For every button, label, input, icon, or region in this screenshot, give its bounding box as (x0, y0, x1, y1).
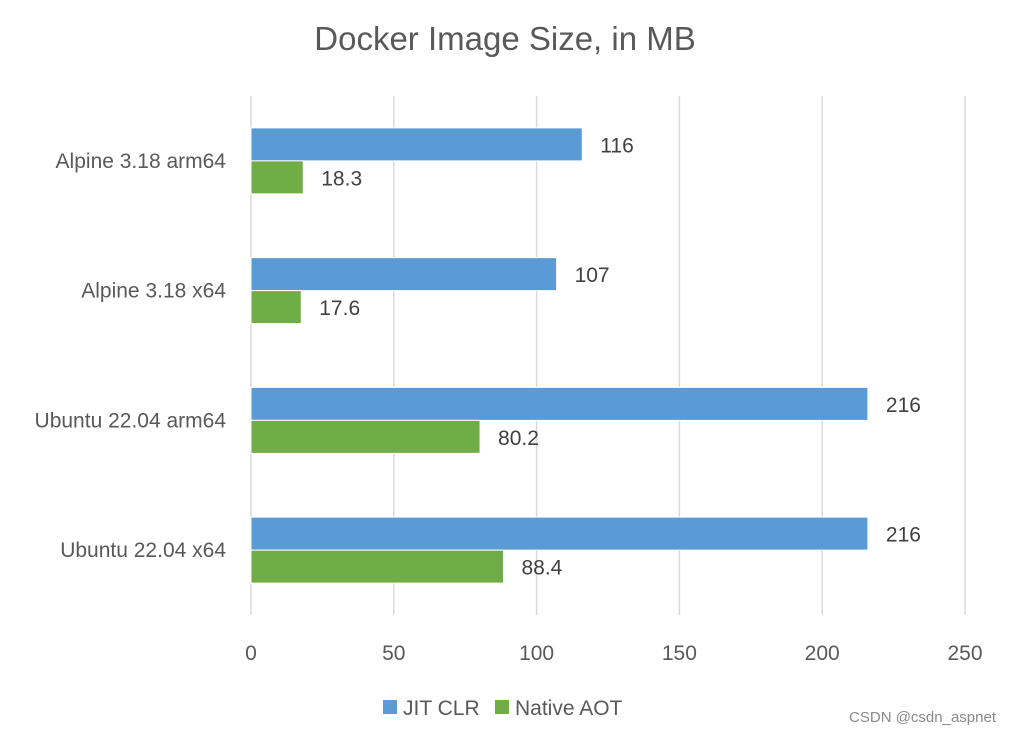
bar-jit-clr (250, 127, 583, 162)
x-tick-label: 250 (947, 642, 982, 665)
x-tick-label: 150 (662, 642, 697, 665)
x-tick-label: 200 (805, 642, 840, 665)
data-label: 88.4 (521, 557, 562, 580)
category-label: Alpine 3.18 arm64 (56, 150, 227, 173)
data-label: 17.6 (319, 297, 360, 320)
legend-swatch (495, 700, 509, 714)
chart-title: Docker Image Size, in MB (314, 20, 695, 57)
x-tick-label: 50 (382, 642, 405, 665)
legend-label: Native AOT (515, 697, 623, 720)
data-label: 107 (575, 264, 610, 287)
x-tick-labels: 0 50 100 150 200 250 (245, 642, 982, 665)
watermark: CSDN @csdn_aspnet (849, 709, 997, 726)
bar-native-aot (250, 160, 304, 195)
bars (250, 127, 869, 584)
x-tick-label: 0 (245, 642, 257, 665)
bar-native-aot (250, 419, 481, 454)
category-labels: Alpine 3.18 arm64 Alpine 3.18 x64 Ubuntu 2… (35, 150, 227, 562)
x-tick-label: 100 (519, 642, 554, 665)
data-label: 80.2 (498, 427, 539, 450)
data-label: 18.3 (321, 167, 362, 190)
category-label: Alpine 3.18 x64 (81, 280, 226, 303)
data-label: 116 (600, 134, 633, 157)
data-label: 216 (886, 524, 921, 547)
legend-label: JIT CLR (403, 697, 480, 720)
data-label: 216 (886, 394, 921, 417)
category-label: Ubuntu 22.04 x64 (60, 539, 226, 562)
bar-jit-clr (250, 386, 869, 421)
bar-jit-clr (250, 516, 869, 551)
category-label: Ubuntu 22.04 arm64 (35, 409, 227, 432)
bar-jit-clr (250, 257, 558, 292)
bar-native-aot (250, 549, 504, 584)
bar-chart: Docker Image Size, in MB 0 50 100 150 200 250… (35, 20, 997, 726)
legend-swatch (383, 700, 397, 714)
data-labels: 116 18.3 107 17.6 216 80.2 216 88.4 (319, 134, 921, 579)
legend: JIT CLR Native AOT (383, 697, 623, 720)
bar-native-aot (250, 290, 302, 325)
